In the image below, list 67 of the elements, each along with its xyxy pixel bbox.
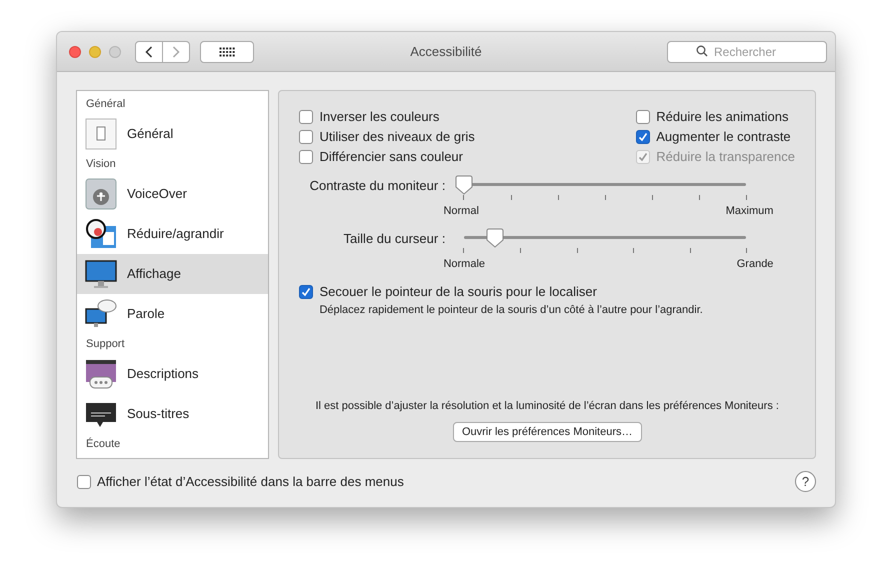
switch-icon	[85, 118, 117, 150]
tick-mark	[746, 195, 748, 200]
chevron-left-icon	[145, 46, 153, 58]
slider-min-label: Normal	[443, 204, 479, 219]
sidebar-section-header: Général	[85, 97, 126, 112]
search-icon	[696, 44, 708, 56]
display-note: Il est possible d’ajuster la résolution et la luminosité de l’écran dans les préférences Moniteurs :	[315, 398, 779, 414]
checkbox[interactable]	[299, 130, 314, 144]
show-all-button[interactable]	[200, 40, 254, 62]
tick-mark	[510, 195, 512, 200]
window-title: Accessibilité	[410, 42, 482, 61]
sidebar-section-header: Écoute	[85, 436, 122, 452]
accessibility-icon	[85, 178, 117, 210]
monitor-speech-icon	[85, 298, 117, 330]
tick-mark	[604, 195, 606, 200]
checkbox-label: Réduire les animations	[656, 108, 788, 126]
slider-label: Contraste du moniteur :	[308, 177, 446, 195]
grid-icon	[219, 46, 235, 56]
sidebar-item[interactable]: Affichage	[77, 254, 268, 294]
slider-label: Taille du curseur :	[342, 230, 446, 248]
tick-mark	[576, 248, 578, 252]
sidebar-section-header: Vision	[85, 157, 117, 172]
slider-max-label: Grande	[736, 256, 774, 272]
sidebar-item[interactable]: Sous-titres	[77, 394, 268, 434]
sidebar-item[interactable]: Réduire/agrandir	[77, 214, 268, 254]
tick-mark	[463, 248, 464, 252]
checkbox[interactable]	[299, 150, 314, 164]
checkbox-label: Différencier sans couleur	[319, 148, 463, 166]
checkbox[interactable]	[636, 110, 650, 124]
tick-mark	[652, 195, 654, 200]
checkbox-label: Inverser les couleurs	[319, 108, 440, 126]
sidebar-section-header: Support	[85, 337, 126, 352]
magnifier-window-icon	[85, 218, 117, 250]
open-displays-button[interactable]: Ouvrir les préférences Moniteurs…	[452, 422, 642, 442]
chevron-right-icon	[172, 46, 180, 58]
search-field[interactable]: Rechercher	[667, 40, 827, 62]
back-button[interactable]	[135, 40, 163, 62]
slider-max-label: Maximum	[726, 204, 774, 219]
checkbox[interactable]	[299, 110, 314, 124]
slider-thumb[interactable]	[455, 175, 474, 195]
tick-mark	[463, 195, 464, 200]
sidebar-item[interactable]: Général	[77, 114, 268, 154]
tick-mark	[633, 248, 634, 252]
sidebar-item[interactable]: Parole	[77, 294, 268, 334]
tick-mark	[746, 248, 748, 252]
checkbox-label: Réduire la transparence	[656, 148, 795, 166]
slider-thumb[interactable]	[486, 228, 504, 248]
checkbox-label: Utiliser des niveaux de gris	[319, 128, 475, 146]
close-button[interactable]	[69, 46, 81, 58]
checkbox[interactable]	[77, 474, 91, 488]
tick-mark	[520, 248, 522, 252]
description-text: Déplacez rapidement le pointeur de la souris d’un côté à l’autre pour l’agrandir.	[318, 303, 704, 318]
checkbox-label: Afficher l’état d’Accessibilité dans la barre des menus	[97, 472, 404, 491]
checkbox[interactable]	[636, 130, 650, 144]
sidebar-item[interactable]: VoiceOver	[77, 174, 268, 214]
monitor-icon	[85, 258, 117, 290]
tick-mark	[558, 195, 559, 200]
checkbox-label: Secouer le pointeur de la souris pour le localiser	[319, 283, 597, 302]
checkbox-label: Augmenter le contraste	[656, 128, 791, 146]
checkbox[interactable]	[299, 285, 314, 299]
slider-min-label: Normale	[443, 256, 486, 272]
tick-mark	[699, 195, 700, 200]
sidebar-item[interactable]: Descriptions	[77, 354, 268, 394]
caption-screen-icon	[85, 358, 117, 390]
tick-mark	[690, 248, 691, 252]
minimize-button[interactable]	[89, 46, 101, 58]
help-button[interactable]: ?	[795, 471, 816, 492]
